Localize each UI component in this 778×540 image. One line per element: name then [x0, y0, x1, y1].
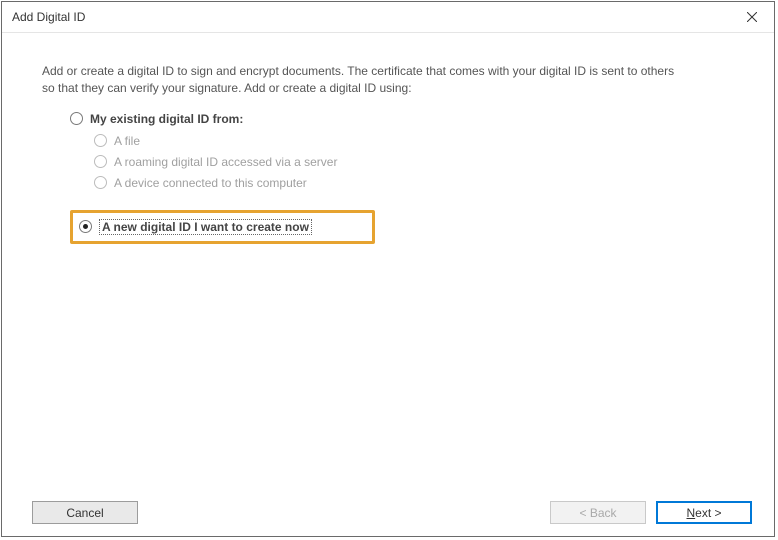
- intro-text: Add or create a digital ID to sign and e…: [42, 63, 682, 98]
- radio-icon: [94, 176, 107, 189]
- radio-icon-checked: [79, 220, 92, 233]
- option-roaming-label: A roaming digital ID accessed via a serv…: [114, 155, 337, 169]
- option-new[interactable]: A new digital ID I want to create now: [79, 219, 312, 235]
- radio-icon: [70, 112, 83, 125]
- close-icon: [747, 12, 757, 22]
- cancel-button[interactable]: Cancel: [32, 501, 138, 524]
- option-new-label: A new digital ID I want to create now: [99, 219, 312, 235]
- existing-sub-options: A file A roaming digital ID accessed via…: [94, 134, 744, 190]
- dialog-content: Add or create a digital ID to sign and e…: [2, 33, 774, 489]
- option-file: A file: [94, 134, 744, 148]
- window-title: Add Digital ID: [12, 10, 85, 24]
- option-file-label: A file: [114, 134, 140, 148]
- option-device-label: A device connected to this computer: [114, 176, 307, 190]
- next-button[interactable]: Next >: [656, 501, 752, 524]
- back-button: < Back: [550, 501, 646, 524]
- option-existing[interactable]: My existing digital ID from:: [70, 112, 744, 126]
- close-button[interactable]: [729, 2, 774, 32]
- radio-icon: [94, 155, 107, 168]
- next-rest: ext >: [695, 506, 721, 520]
- option-group: My existing digital ID from: A file A ro…: [70, 112, 744, 244]
- next-mnemonic: N: [686, 506, 695, 520]
- add-digital-id-dialog: Add Digital ID Add or create a digital I…: [1, 1, 775, 537]
- radio-icon: [94, 134, 107, 147]
- option-device: A device connected to this computer: [94, 176, 744, 190]
- dialog-footer: Cancel < Back Next >: [2, 489, 774, 536]
- titlebar: Add Digital ID: [2, 2, 774, 33]
- highlight-box: A new digital ID I want to create now: [70, 210, 375, 244]
- option-roaming: A roaming digital ID accessed via a serv…: [94, 155, 744, 169]
- option-existing-label: My existing digital ID from:: [90, 112, 243, 126]
